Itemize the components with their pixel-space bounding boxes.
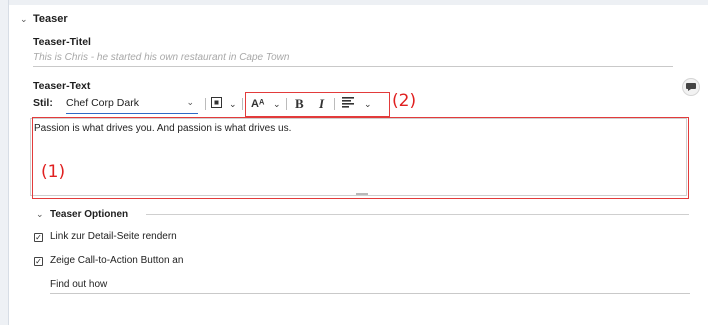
link-detail-label: Link zur Detail-Seite rendern: [50, 231, 177, 242]
teaser-text-label: Teaser-Text: [33, 80, 91, 92]
options-divider: [146, 214, 689, 215]
teaser-section-title: Teaser: [33, 13, 68, 25]
style-select-value: Chef Corp Dark: [66, 97, 139, 109]
cta-text-underline: [50, 293, 690, 294]
toolbar-highlight-box: [245, 92, 390, 117]
chevron-down-icon: ⌄: [186, 97, 194, 107]
editor-marker-label: (1): [41, 162, 66, 182]
cta-button-label: Zeige Call-to-Action Button an: [50, 255, 184, 266]
cta-text-input[interactable]: Find out how: [50, 279, 107, 290]
collapse-options-chevron-icon[interactable]: ⌄: [36, 209, 44, 220]
toolbar-separator: [242, 98, 243, 110]
editor-highlight-box: [32, 117, 689, 199]
style-label: Stil:: [33, 97, 53, 109]
cta-button-checkbox[interactable]: ✓: [34, 257, 43, 266]
block-format-button[interactable]: [211, 96, 222, 112]
block-square-icon: [211, 97, 222, 108]
add-comment-button[interactable]: [682, 78, 700, 96]
link-detail-checkbox[interactable]: ✓: [34, 233, 43, 242]
teaser-options-title: Teaser Optionen: [50, 209, 129, 220]
top-frame-bar: [0, 0, 708, 5]
left-frame-bar: [0, 0, 9, 325]
toolbar-separator: [205, 98, 206, 110]
teaser-title-input[interactable]: This is Chris - he started his own resta…: [33, 52, 289, 63]
teaser-title-underline: [33, 66, 673, 67]
teaser-title-label: Teaser-Titel: [33, 36, 91, 48]
comment-icon: [686, 83, 696, 91]
style-select[interactable]: Chef Corp Dark ⌄: [66, 96, 198, 114]
collapse-teaser-chevron-icon[interactable]: ⌄: [20, 14, 28, 25]
block-format-chevron-icon[interactable]: ⌄: [229, 96, 237, 112]
toolbar-marker-label: (2): [392, 91, 417, 111]
